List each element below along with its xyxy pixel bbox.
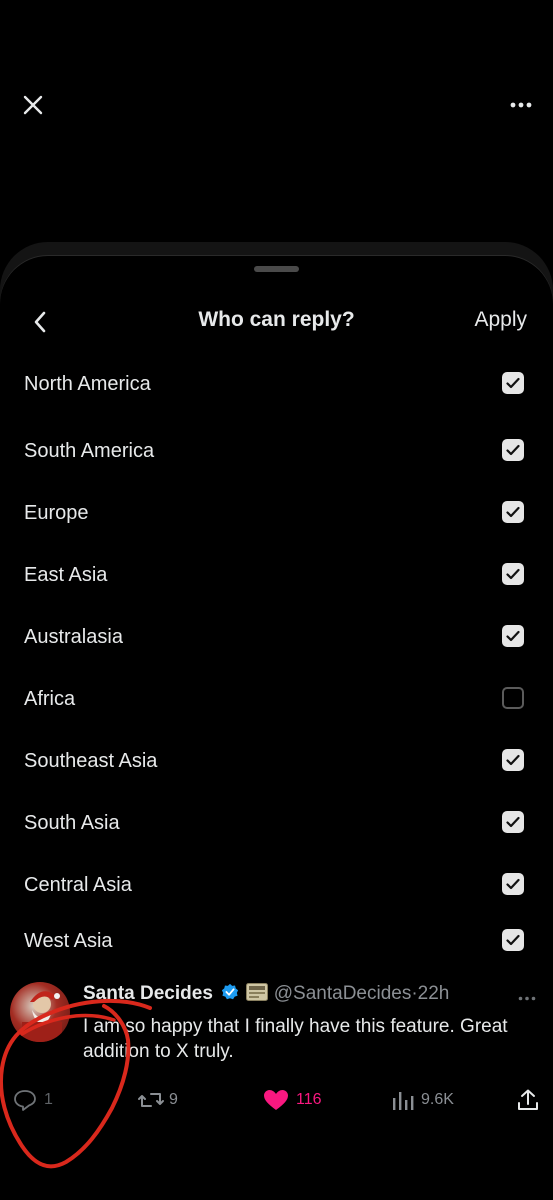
region-row[interactable]: South America — [0, 427, 553, 477]
region-label: Central Asia — [24, 874, 132, 896]
region-label: East Asia — [24, 564, 108, 586]
santa-avatar-image — [22, 991, 62, 1042]
checkmark-icon — [506, 377, 520, 389]
repost-count: 9 — [169, 1091, 178, 1108]
region-row[interactable]: Southeast Asia — [0, 737, 553, 787]
avatar[interactable] — [10, 982, 70, 1042]
region-checkbox[interactable] — [502, 687, 524, 709]
region-checkbox[interactable] — [502, 439, 524, 461]
like-action[interactable]: 116 — [262, 1088, 322, 1112]
tweet-text: I am so happy that I finally have this f… — [83, 1016, 508, 1062]
checkmark-icon — [506, 568, 520, 580]
verified-badge-icon — [222, 983, 239, 1000]
close-button[interactable] — [18, 90, 48, 120]
tweet[interactable]: Santa Decides @SantaDecides·22h I am so … — [0, 978, 553, 1200]
region-checkbox[interactable] — [502, 625, 524, 647]
region-label: Australasia — [24, 626, 123, 648]
tweet-time[interactable]: 22h — [418, 983, 450, 1004]
tweet-header: Santa Decides @SantaDecides·22h — [83, 983, 449, 1005]
share-action[interactable] — [516, 1088, 540, 1112]
sheet-header: Who can reply? Apply — [0, 300, 553, 344]
region-row[interactable]: Africa — [0, 675, 553, 725]
affiliate-badge-icon — [246, 983, 269, 1001]
views-action[interactable]: 9.6K — [391, 1088, 454, 1112]
user-handle[interactable]: @SantaDecides — [274, 983, 412, 1004]
like-count: 116 — [296, 1091, 322, 1108]
region-label: North America — [24, 373, 151, 395]
region-row[interactable]: North America — [0, 360, 553, 410]
tweet-more-button[interactable] — [518, 988, 536, 1006]
region-row[interactable]: Australasia — [0, 613, 553, 663]
region-row[interactable]: South Asia — [0, 799, 553, 849]
region-checkbox[interactable] — [502, 372, 524, 394]
repost-icon — [138, 1093, 164, 1107]
checkmark-icon — [506, 878, 520, 890]
close-icon — [23, 95, 43, 115]
region-label: Africa — [24, 688, 76, 710]
more-button[interactable] — [505, 90, 537, 120]
checkmark-icon — [506, 754, 520, 766]
region-checkbox[interactable] — [502, 501, 524, 523]
region-label: Southeast Asia — [24, 750, 158, 772]
reply-icon — [14, 1090, 36, 1111]
views-chart-icon — [393, 1092, 414, 1110]
region-row[interactable]: East Asia — [0, 551, 553, 601]
region-row[interactable]: Central Asia — [0, 861, 553, 911]
region-row[interactable]: Europe — [0, 489, 553, 539]
region-label: Europe — [24, 502, 89, 524]
region-checkbox[interactable] — [502, 873, 524, 895]
checkmark-icon — [506, 506, 520, 518]
checkmark-icon — [506, 630, 520, 642]
top-bar — [0, 0, 553, 255]
region-label: West Asia — [24, 930, 113, 952]
apply-button[interactable]: Apply — [474, 308, 527, 332]
region-checkbox[interactable] — [502, 749, 524, 771]
sheet-grabber[interactable] — [254, 266, 299, 272]
reply-action[interactable]: 1 — [12, 1088, 53, 1112]
repost-action[interactable]: 9 — [137, 1088, 178, 1112]
more-horizontal-icon — [518, 996, 536, 1001]
display-name[interactable]: Santa Decides — [83, 983, 213, 1004]
share-icon — [518, 1089, 538, 1110]
region-checkbox[interactable] — [502, 563, 524, 585]
region-label: South America — [24, 440, 155, 462]
more-horizontal-icon — [510, 102, 532, 108]
region-checkbox[interactable] — [502, 811, 524, 833]
reply-count: 1 — [44, 1091, 53, 1108]
checkmark-icon — [506, 816, 520, 828]
checkmark-icon — [506, 934, 520, 946]
region-label: South Asia — [24, 812, 120, 834]
sheet-title: Who can reply? — [198, 308, 355, 331]
region-checkbox[interactable] — [502, 929, 524, 951]
views-count: 9.6K — [421, 1091, 454, 1108]
heart-icon — [264, 1090, 288, 1110]
region-row[interactable]: West Asia — [0, 917, 553, 967]
checkmark-icon — [506, 444, 520, 456]
